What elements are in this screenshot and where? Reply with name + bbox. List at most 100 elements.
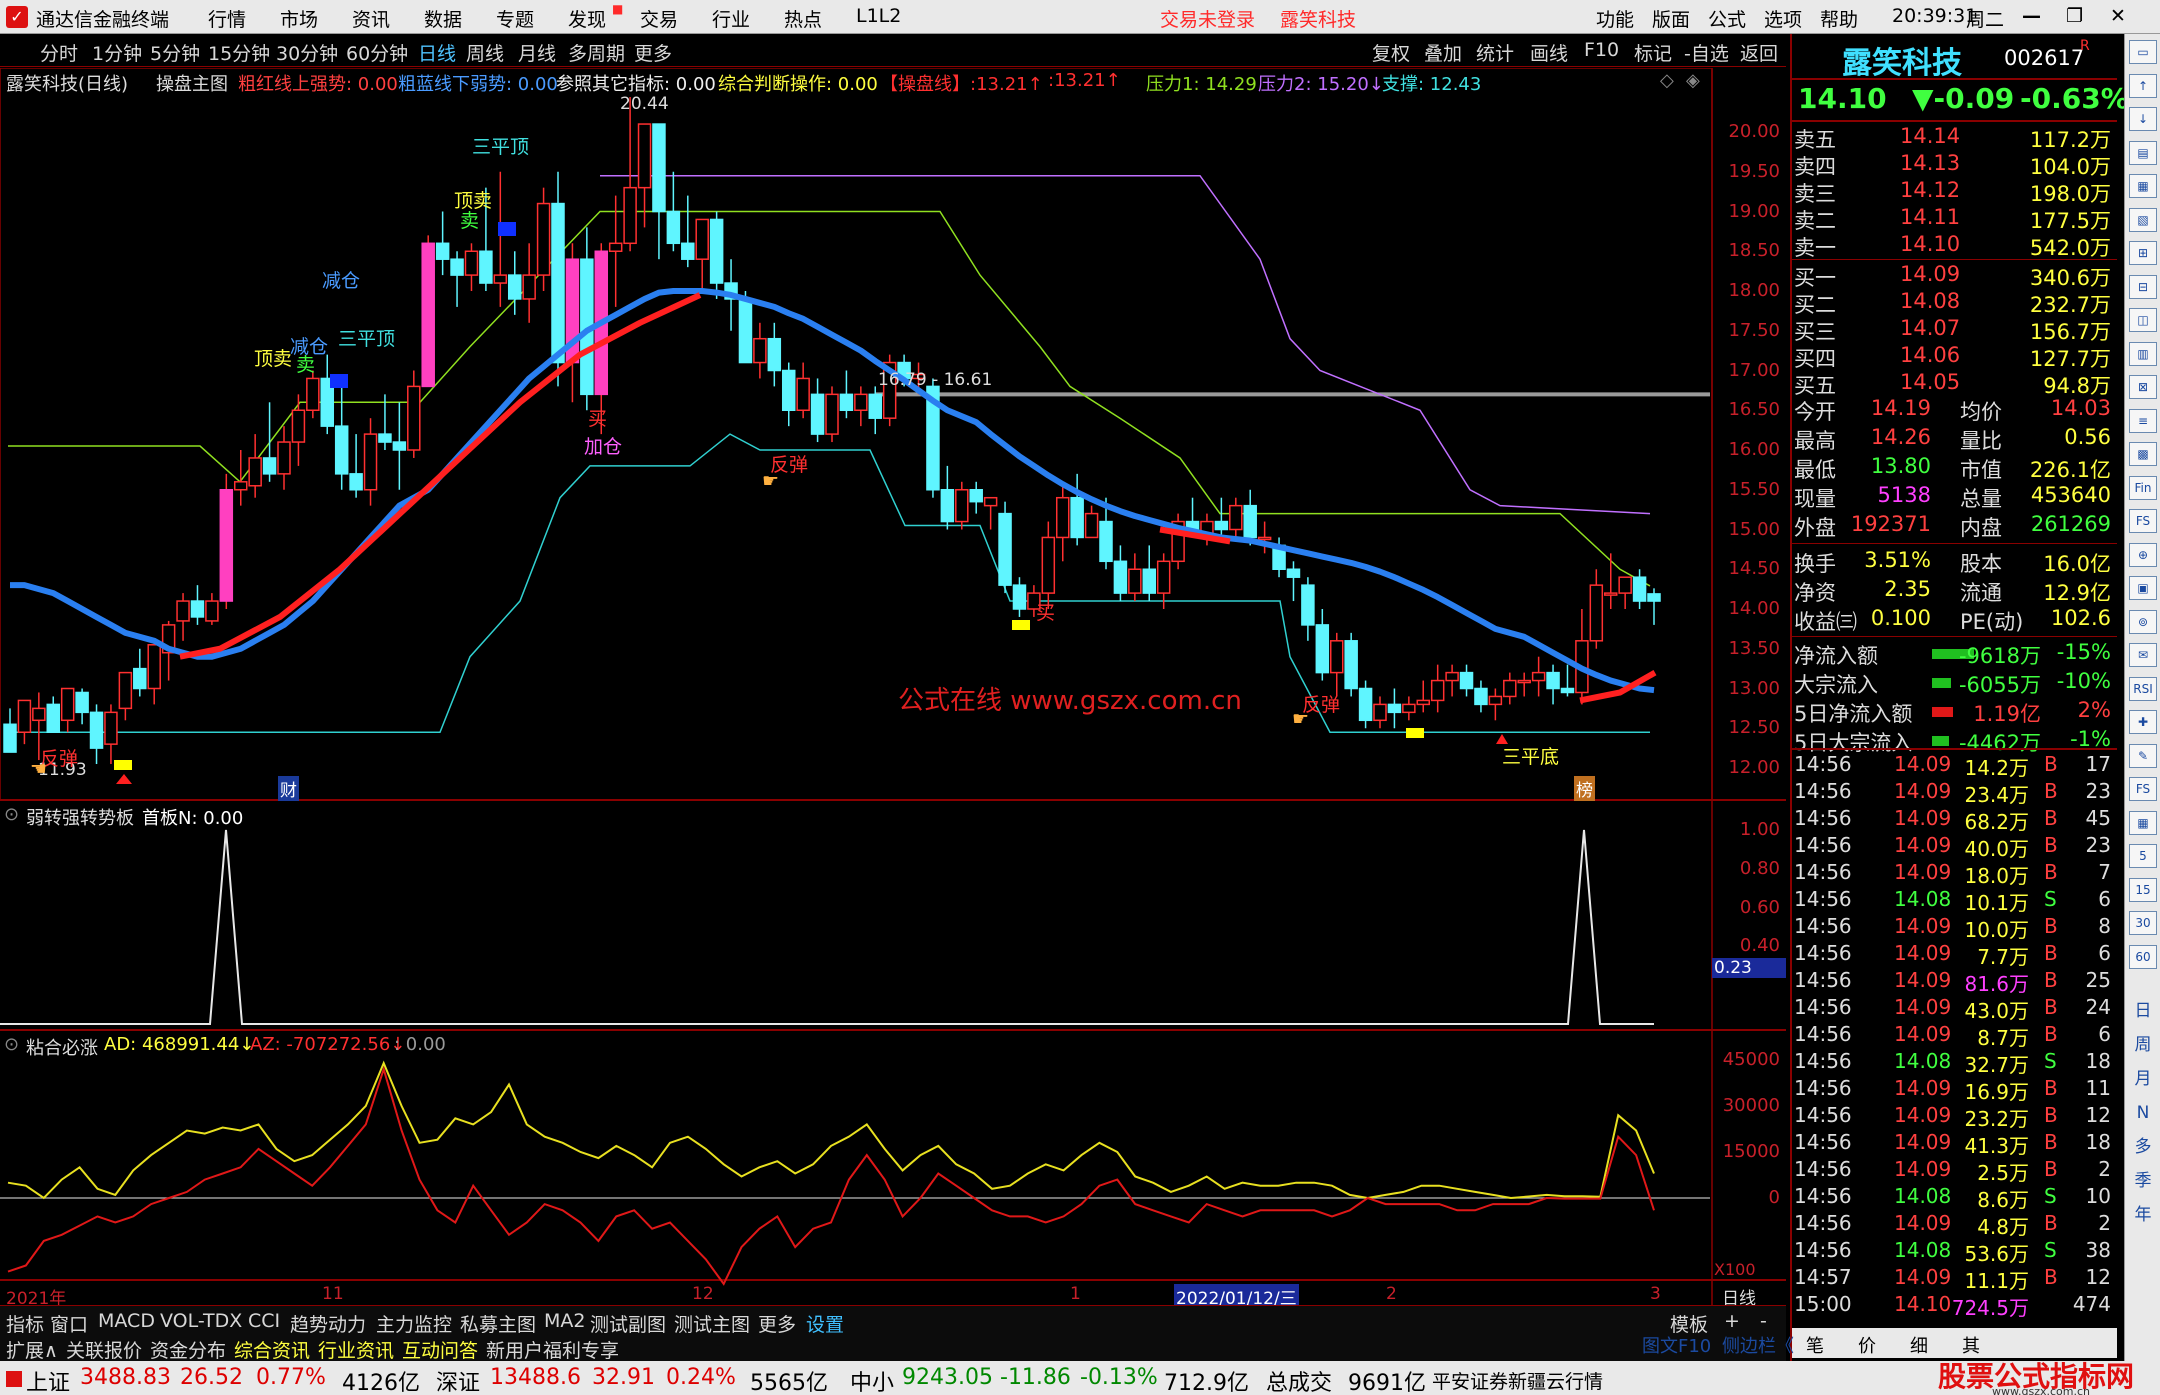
- side-tool-icon[interactable]: ◫: [2129, 308, 2157, 332]
- side-tool-icon[interactable]: 60: [2129, 944, 2157, 969]
- sz-label[interactable]: 深证: [436, 1365, 480, 1395]
- diamond-icon[interactable]: ◇: [1660, 70, 1674, 91]
- menu-help[interactable]: 帮助: [1820, 5, 1858, 32]
- ask-row[interactable]: 卖一 14.10 542.0万: [1792, 232, 2117, 260]
- side-tool-icon[interactable]: ▥: [2129, 341, 2157, 366]
- side-tool-icon[interactable]: FS: [2129, 777, 2157, 801]
- period-side-button[interactable]: 日: [2129, 1000, 2157, 1024]
- ask-row[interactable]: 卖二 14.11 177.5万: [1792, 205, 2117, 233]
- period-side-button[interactable]: 周: [2129, 1034, 2157, 1058]
- side-tool-icon[interactable]: ↑: [2129, 73, 2157, 98]
- ask-row[interactable]: 卖五 14.14 117.2万: [1792, 124, 2117, 152]
- chart-area[interactable]: [0, 68, 1786, 1305]
- period-30min[interactable]: 30分钟: [276, 39, 338, 66]
- sub1-collapse-icon[interactable]: ⊙: [4, 804, 19, 825]
- side-tool-icon[interactable]: FS: [2129, 509, 2157, 533]
- bid-row[interactable]: 买三 14.07 156.7万: [1792, 316, 2117, 344]
- bid-row[interactable]: 买四 14.06 127.7万: [1792, 343, 2117, 371]
- zoom-in-button[interactable]: +: [1724, 1310, 1740, 1332]
- period-side-button[interactable]: N: [2129, 1102, 2157, 1126]
- side-tool-icon[interactable]: ⊞: [2129, 241, 2157, 265]
- side-tool-icon[interactable]: ▦: [2129, 174, 2157, 198]
- tab-ma2[interactable]: MA2: [544, 1310, 585, 1332]
- side-tool-icon[interactable]: ⊟: [2129, 274, 2157, 299]
- menu-data[interactable]: 数据: [424, 5, 462, 32]
- side-tab-bi[interactable]: 笔: [1806, 1332, 1824, 1358]
- ask-row[interactable]: 卖三 14.12 198.0万: [1792, 178, 2117, 206]
- tool-mark[interactable]: 标记: [1634, 39, 1672, 66]
- tool-f10[interactable]: F10: [1584, 39, 1619, 61]
- rank-badge[interactable]: 榜: [1574, 776, 1595, 801]
- period-weekly[interactable]: 周线: [466, 39, 504, 66]
- side-tool-icon[interactable]: 5: [2129, 844, 2157, 868]
- minimize-icon[interactable]: —: [2022, 5, 2041, 27]
- side-tool-icon[interactable]: Fin: [2129, 475, 2157, 500]
- tool-back[interactable]: 返回: [1740, 39, 1778, 66]
- main-formula-name[interactable]: 操盘主图: [156, 70, 228, 96]
- tab-cci[interactable]: CCI: [248, 1310, 280, 1332]
- tab-macd[interactable]: MACD: [98, 1310, 155, 1332]
- sub2-title[interactable]: 粘合必涨: [26, 1034, 98, 1060]
- period-5min[interactable]: 5分钟: [150, 39, 200, 66]
- sub1-title[interactable]: 弱转强转势板: [26, 804, 134, 830]
- side-tool-icon[interactable]: 15: [2129, 877, 2157, 902]
- period-side-button[interactable]: 多: [2129, 1136, 2157, 1160]
- side-tab-jia[interactable]: 价: [1858, 1332, 1876, 1358]
- close-icon[interactable]: ✕: [2110, 5, 2126, 27]
- tool-fuquan[interactable]: 复权: [1372, 39, 1410, 66]
- period-fenshi[interactable]: 分时: [40, 39, 78, 66]
- tab-newuser[interactable]: 新用户福利专享: [486, 1336, 619, 1363]
- bid-row[interactable]: 买二 14.08 232.7万: [1792, 289, 2117, 317]
- side-sidebar-link[interactable]: 侧边栏《: [1722, 1332, 1794, 1358]
- side-tool-icon[interactable]: 30: [2129, 911, 2157, 935]
- side-tool-icon[interactable]: ⊚: [2129, 609, 2157, 634]
- menu-hot[interactable]: 热点: [784, 5, 822, 32]
- side-tab-xi[interactable]: 细: [1910, 1332, 1928, 1358]
- side-tool-icon[interactable]: ▧: [2129, 207, 2157, 232]
- period-multi[interactable]: 多周期: [568, 39, 625, 66]
- side-tool-icon[interactable]: ▤: [2129, 140, 2157, 165]
- menu-function[interactable]: 功能: [1596, 5, 1634, 32]
- period-60min[interactable]: 60分钟: [346, 39, 408, 66]
- bid-row[interactable]: 买一 14.09 340.6万: [1792, 262, 2117, 290]
- tool-fav[interactable]: -自选: [1684, 39, 1729, 66]
- side-tool-icon[interactable]: ⊕: [2129, 542, 2157, 567]
- side-tool-icon[interactable]: RSI: [2129, 676, 2157, 701]
- menu-topic[interactable]: 专题: [496, 5, 534, 32]
- tab-fund[interactable]: 资金分布: [150, 1336, 226, 1363]
- menu-market[interactable]: 市场: [280, 5, 318, 32]
- side-tool-icon[interactable]: ⊠: [2129, 375, 2157, 399]
- side-tool-icon[interactable]: ▣: [2129, 576, 2157, 600]
- menu-industry[interactable]: 行业: [712, 5, 750, 32]
- side-tool-icon[interactable]: ▩: [2129, 442, 2157, 466]
- period-side-button[interactable]: 月: [2129, 1068, 2157, 1092]
- bid-row[interactable]: 买五 14.05 94.8万: [1792, 370, 2117, 398]
- finance-badge[interactable]: 财: [278, 776, 299, 801]
- restore-icon[interactable]: ❐: [2066, 5, 2083, 27]
- menu-hq[interactable]: 行情: [208, 5, 246, 32]
- menu-news[interactable]: 资讯: [352, 5, 390, 32]
- menu-discover[interactable]: 发现: [568, 5, 606, 32]
- menu-l1l2[interactable]: L1L2: [856, 5, 901, 27]
- tab-industry-news[interactable]: 行业资讯: [318, 1336, 394, 1363]
- zx-label[interactable]: 中小: [850, 1365, 894, 1395]
- side-tool-icon[interactable]: ✉: [2129, 643, 2157, 667]
- ask-row[interactable]: 卖四 14.13 104.0万: [1792, 151, 2117, 179]
- period-monthly[interactable]: 月线: [518, 39, 556, 66]
- tab-expand[interactable]: 扩展∧: [6, 1336, 58, 1363]
- sub2-collapse-icon[interactable]: ⊙: [4, 1034, 19, 1055]
- period-side-button[interactable]: 季: [2129, 1170, 2157, 1194]
- side-tool-icon[interactable]: ▦: [2129, 810, 2157, 835]
- side-tool-icon[interactable]: ▭: [2129, 40, 2157, 64]
- menu-formula[interactable]: 公式: [1708, 5, 1746, 32]
- sh-label[interactable]: 上证: [26, 1365, 70, 1395]
- period-more[interactable]: 更多: [634, 39, 672, 66]
- tab-qa[interactable]: 互动问答: [402, 1336, 478, 1363]
- tab-vol[interactable]: VOL-TDX: [160, 1310, 242, 1332]
- tab-related[interactable]: 关联报价: [66, 1336, 142, 1363]
- period-1min[interactable]: 1分钟: [92, 39, 142, 66]
- tab-news[interactable]: 综合资讯: [234, 1336, 310, 1363]
- login-status[interactable]: 交易未登录: [1160, 5, 1255, 32]
- side-f10-link[interactable]: 图文F10: [1642, 1332, 1711, 1358]
- menu-options[interactable]: 选项: [1764, 5, 1802, 32]
